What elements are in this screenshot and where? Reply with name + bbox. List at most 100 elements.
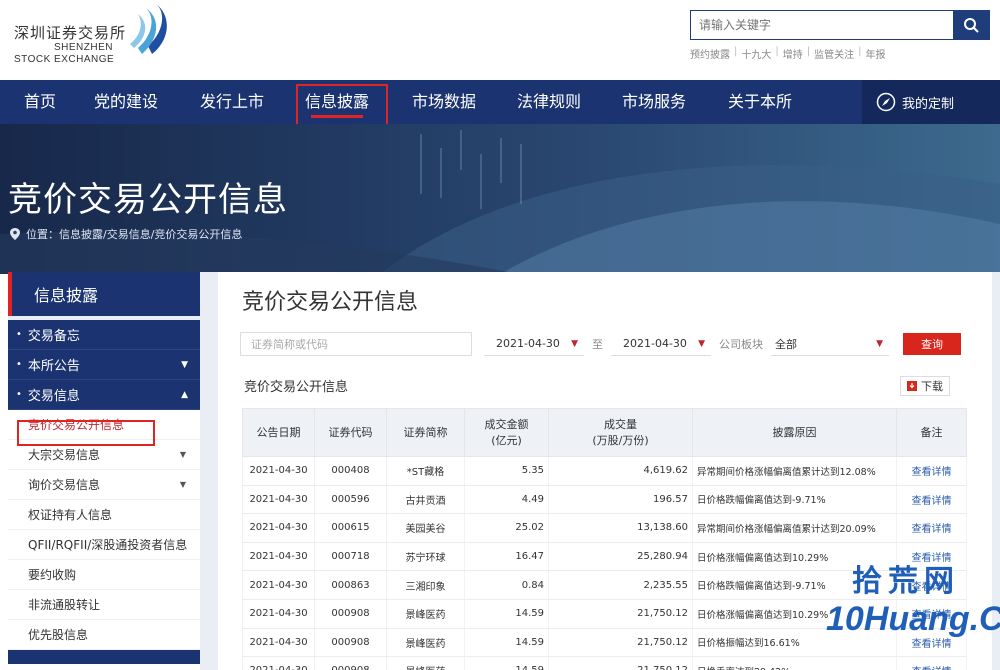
- watermark-en: 10Huang.CN: [826, 600, 1000, 638]
- board-select[interactable]: 全部 ▼: [771, 332, 889, 356]
- nav-item-market-data[interactable]: 市场数据: [412, 80, 476, 124]
- search-input[interactable]: [691, 11, 953, 39]
- sidebar-item-trading-info[interactable]: • 交易信息 ▲: [8, 380, 200, 410]
- chevron-up-icon: ▲: [181, 389, 188, 400]
- cell-name: 景峰医药: [386, 656, 465, 670]
- quick-link[interactable]: 年报: [866, 46, 886, 61]
- nav-item-about[interactable]: 关于本所: [728, 80, 792, 124]
- cell-amount: 14.59: [464, 628, 549, 658]
- view-details-link[interactable]: 查看详情: [896, 485, 967, 515]
- cell-amount: 25.02: [464, 513, 549, 543]
- logo-english-line2: STOCK EXCHANGE: [14, 54, 115, 65]
- cell-date: 2021-04-30: [242, 570, 315, 600]
- cell-volume: 21,750.12: [548, 656, 693, 670]
- board-label: 公司板块: [719, 338, 763, 351]
- sidebar: 信息披露 • 交易备忘 • 本所公告 ▼ • 交易信息 ▲ 竞价交易公开信息 大宗交易…: [8, 272, 200, 670]
- chevron-down-icon: ▼: [179, 450, 186, 459]
- szse-logo[interactable]: 深圳证券交易所 SHENZHEN STOCK EXCHANGE: [10, 4, 170, 70]
- date-range-separator: 至: [592, 338, 603, 351]
- cell-date: 2021-04-30: [242, 485, 315, 515]
- sidebar-highlight-box: [17, 420, 155, 446]
- table-row: 2021-04-30 000615 美园美谷 25.02 13,138.60 异常期间价格…: [242, 513, 967, 543]
- cell-date: 2021-04-30: [242, 599, 315, 629]
- col-header-reason: 披露原因: [692, 408, 897, 457]
- cell-name: 景峰医药: [386, 628, 465, 658]
- table-title: 竞价交易公开信息: [244, 380, 349, 395]
- cell-amount: 0.84: [464, 570, 549, 600]
- cell-name: 美园美谷: [386, 513, 465, 543]
- nav-item-services[interactable]: 市场服务: [622, 80, 686, 124]
- caret-down-icon: ▼: [876, 338, 883, 349]
- download-button[interactable]: 下载: [900, 376, 950, 396]
- logo-mark-icon: [130, 4, 167, 54]
- date-to-value: 2021-04-30: [623, 337, 687, 350]
- cell-volume: 21,750.12: [548, 628, 693, 658]
- date-from-picker[interactable]: 2021-04-30 ▼: [484, 332, 584, 356]
- cell-date: 2021-04-30: [242, 513, 315, 543]
- col-header-code: 证券代码: [314, 408, 387, 457]
- date-from-value: 2021-04-30: [496, 337, 560, 350]
- cell-volume: 21,750.12: [548, 599, 693, 629]
- sidebar-subitem-non-tradable-transfer[interactable]: 非流通股转让: [8, 590, 200, 620]
- col-header-amount: 成交金额 (亿元): [464, 408, 549, 457]
- quick-link[interactable]: 预约披露: [690, 46, 730, 61]
- cell-code: 000596: [314, 485, 387, 515]
- cell-name: 景峰医药: [386, 599, 465, 629]
- sidebar-subitem-label: 大宗交易信息: [28, 448, 101, 462]
- sidebar-item-label: 交易备忘: [27, 329, 80, 344]
- col-header-volume: 成交量 (万股/万份): [548, 408, 693, 457]
- quick-link[interactable]: 增持: [783, 46, 803, 61]
- cell-code: 000908: [314, 628, 387, 658]
- download-label: 下载: [921, 380, 943, 393]
- sidebar-subitem-preferred-shares[interactable]: 优先股信息: [8, 620, 200, 650]
- cell-code: 000908: [314, 656, 387, 670]
- cell-reason: 异常期间价格涨幅偏离值累计达到20.09%: [692, 513, 897, 543]
- cell-name: *ST藏格: [386, 456, 465, 486]
- cell-code: 000615: [314, 513, 387, 543]
- sidebar-item-announcements[interactable]: • 本所公告 ▼: [8, 350, 200, 380]
- nav-item-listing[interactable]: 发行上市: [200, 80, 264, 124]
- search-button[interactable]: [953, 11, 989, 39]
- cell-reason: 日价格跌幅偏离值达到-9.71%: [692, 485, 897, 515]
- table-row: 2021-04-30 000408 *ST藏格 5.35 4,619.62 异常期间价格涨…: [242, 456, 967, 486]
- filter-bar: 证券简称或代码 2021-04-30 ▼ 至 2021-04-30 ▼ 公司板块…: [240, 332, 961, 356]
- col-header-name: 证券简称: [386, 408, 465, 457]
- search-bar: [690, 10, 990, 40]
- chevron-down-icon: ▼: [179, 480, 186, 489]
- sidebar-next-section[interactable]: [8, 650, 200, 664]
- query-button[interactable]: 查询: [903, 333, 961, 355]
- nav-item-rules[interactable]: 法律规则: [517, 80, 581, 124]
- col-header-date: 公告日期: [242, 408, 315, 457]
- cell-amount: 16.47: [464, 542, 549, 572]
- my-custom-button[interactable]: 我的定制: [862, 80, 1000, 124]
- col-header-remark: 备注: [896, 408, 967, 457]
- date-to-picker[interactable]: 2021-04-30 ▼: [611, 332, 711, 356]
- sidebar-item-trading-memo[interactable]: • 交易备忘: [8, 320, 200, 350]
- view-details-link[interactable]: 查看详情: [896, 513, 967, 543]
- sidebar-title: 信息披露: [8, 272, 200, 316]
- quick-link[interactable]: 监管关注: [814, 46, 854, 61]
- board-value: 全部: [775, 337, 797, 351]
- cell-date: 2021-04-30: [242, 456, 315, 486]
- quick-links: 预约披露 | 十九大 | 增持 | 监管关注 | 年报: [690, 46, 886, 61]
- breadcrumb: 位置：信息披露/交易信息/竞价交易公开信息: [10, 226, 242, 242]
- compass-icon: [876, 92, 896, 112]
- sidebar-subitem-qfii[interactable]: QFII/RQFII/深股通投资者信息: [8, 530, 200, 560]
- caret-down-icon: ▼: [571, 338, 578, 349]
- security-code-input[interactable]: 证券简称或代码: [240, 332, 472, 356]
- cell-volume: 4,619.62: [548, 456, 693, 486]
- nav-item-party[interactable]: 党的建设: [94, 80, 158, 124]
- my-custom-label: 我的定制: [902, 96, 955, 112]
- view-details-link[interactable]: 查看详情: [896, 456, 967, 486]
- logo-english-line1: SHENZHEN: [54, 42, 114, 53]
- nav-item-home[interactable]: 首页: [24, 80, 56, 124]
- search-icon: [964, 18, 979, 33]
- quick-link[interactable]: 十九大: [741, 46, 771, 61]
- caret-down-icon: ▼: [698, 338, 705, 349]
- sidebar-subitem-warrant-holders[interactable]: 权证持有人信息: [8, 500, 200, 530]
- cell-volume: 2,235.55: [548, 570, 693, 600]
- sidebar-subitem-tender-offer[interactable]: 要约收购: [8, 560, 200, 590]
- page-banner: 竞价交易公开信息 位置：信息披露/交易信息/竞价交易公开信息: [0, 124, 1000, 274]
- sidebar-subitem-inquiry-trade[interactable]: 询价交易信息 ▼: [8, 470, 200, 500]
- content-title: 竞价交易公开信息: [242, 290, 419, 315]
